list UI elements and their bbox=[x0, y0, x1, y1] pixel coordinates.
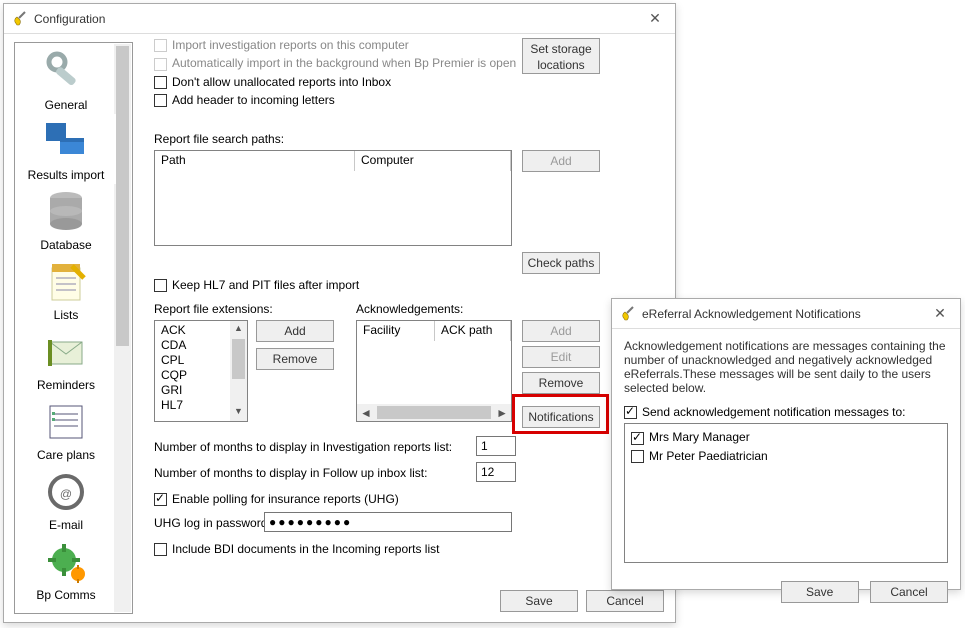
sidebar-item-general[interactable]: General bbox=[16, 44, 116, 114]
sidebar: General Results import Database Lists Re… bbox=[14, 42, 133, 614]
cb-unallocated[interactable]: Don't allow unallocated reports into Inb… bbox=[154, 75, 664, 89]
extensions-label: Report file extensions: bbox=[154, 302, 273, 316]
popup-close-button[interactable]: ✕ bbox=[928, 305, 952, 322]
ack-edit-button[interactable]: Edit bbox=[522, 346, 600, 368]
ext-item[interactable]: CPL bbox=[157, 353, 191, 368]
ack-table[interactable]: Facility ACK path ◄► bbox=[356, 320, 512, 422]
main-save-button[interactable]: Save bbox=[500, 590, 578, 612]
sidebar-item-email[interactable]: @ E-mail bbox=[16, 464, 116, 534]
search-paths-add-button[interactable]: Add bbox=[522, 150, 600, 172]
sidebar-item-lists[interactable]: Lists bbox=[16, 254, 116, 324]
popup-titlebar: eReferral Acknowledgement Notifications … bbox=[612, 299, 960, 329]
col-path: Path bbox=[155, 151, 355, 171]
user-checkbox-mary[interactable]: Mrs Mary Manager bbox=[631, 430, 941, 444]
cb-add-header[interactable]: Add header to incoming letters bbox=[154, 93, 664, 107]
window-title: Configuration bbox=[34, 12, 643, 26]
months-investigation-input[interactable]: 1 bbox=[476, 436, 516, 456]
sidebar-item-reminders[interactable]: Reminders bbox=[16, 324, 116, 394]
app-icon bbox=[12, 11, 28, 27]
ext-item[interactable]: GRI bbox=[157, 383, 191, 398]
popup-title: eReferral Acknowledgement Notifications bbox=[642, 307, 928, 321]
cb-polling-uhg[interactable]: Enable polling for insurance reports (UH… bbox=[154, 492, 399, 506]
configuration-window: Configuration ✕ General Results import D… bbox=[3, 3, 676, 623]
col-ackpath: ACK path bbox=[435, 321, 511, 341]
months-followup-label: Number of months to display in Follow up… bbox=[154, 466, 427, 480]
ack-add-button[interactable]: Add bbox=[522, 320, 600, 342]
popup-cancel-button[interactable]: Cancel bbox=[870, 581, 948, 603]
check-paths-button[interactable]: Check paths bbox=[522, 252, 600, 274]
app-icon bbox=[620, 306, 636, 322]
cb-send-notifications[interactable]: Send acknowledgement notification messag… bbox=[624, 405, 948, 419]
config-content: Import investigation reports on this com… bbox=[144, 36, 665, 612]
col-facility: Facility bbox=[357, 321, 435, 341]
sidebar-item-care-plans[interactable]: Care plans bbox=[16, 394, 116, 464]
svg-text:@: @ bbox=[60, 487, 72, 501]
ext-item[interactable]: ACK bbox=[157, 323, 191, 338]
sidebar-item-results-import[interactable]: Results import bbox=[16, 114, 116, 184]
ack-remove-button[interactable]: Remove bbox=[522, 372, 600, 394]
popup-description: Acknowledgement notifications are messag… bbox=[624, 339, 948, 395]
ack-label: Acknowledgements: bbox=[356, 302, 463, 316]
uhg-password-label: UHG log in password: bbox=[154, 516, 271, 530]
set-storage-locations-button[interactable]: Set storage locations bbox=[522, 38, 600, 74]
ext-remove-button[interactable]: Remove bbox=[256, 348, 334, 370]
close-button[interactable]: ✕ bbox=[643, 10, 667, 27]
search-paths-table[interactable]: Path Computer bbox=[154, 150, 512, 246]
uhg-password-input[interactable]: ●●●●●●●●● bbox=[264, 512, 512, 532]
extensions-listbox[interactable]: ACK CDA CPL CQP GRI HL7 ▲▼ bbox=[154, 320, 248, 422]
ext-scrollbar[interactable]: ▲▼ bbox=[230, 321, 247, 421]
sidebar-scrollbar[interactable] bbox=[114, 44, 131, 612]
ext-item[interactable]: CQP bbox=[157, 368, 191, 383]
ext-item[interactable]: CDA bbox=[157, 338, 191, 353]
ext-add-button[interactable]: Add bbox=[256, 320, 334, 342]
cb-include-bdi[interactable]: Include BDI documents in the Incoming re… bbox=[154, 542, 439, 556]
cb-keep-hl7[interactable]: Keep HL7 and PIT files after import bbox=[154, 278, 359, 292]
ack-hscrollbar[interactable]: ◄► bbox=[357, 404, 511, 421]
user-checkbox-peter[interactable]: Mr Peter Paediatrician bbox=[631, 449, 941, 463]
ext-item[interactable]: HL7 bbox=[157, 398, 191, 413]
search-paths-label: Report file search paths: bbox=[154, 132, 284, 146]
highlight-notifications bbox=[512, 394, 609, 434]
col-computer: Computer bbox=[355, 151, 511, 171]
popup-save-button[interactable]: Save bbox=[781, 581, 859, 603]
notification-users-list: Mrs Mary Manager Mr Peter Paediatrician bbox=[624, 423, 948, 563]
ereferral-notifications-dialog: eReferral Acknowledgement Notifications … bbox=[611, 298, 961, 590]
titlebar: Configuration ✕ bbox=[4, 4, 675, 34]
months-investigation-label: Number of months to display in Investiga… bbox=[154, 440, 452, 454]
sidebar-item-bp-comms[interactable]: Bp Comms bbox=[16, 534, 116, 604]
months-followup-input[interactable]: 12 bbox=[476, 462, 516, 482]
sidebar-item-database[interactable]: Database bbox=[16, 184, 116, 254]
